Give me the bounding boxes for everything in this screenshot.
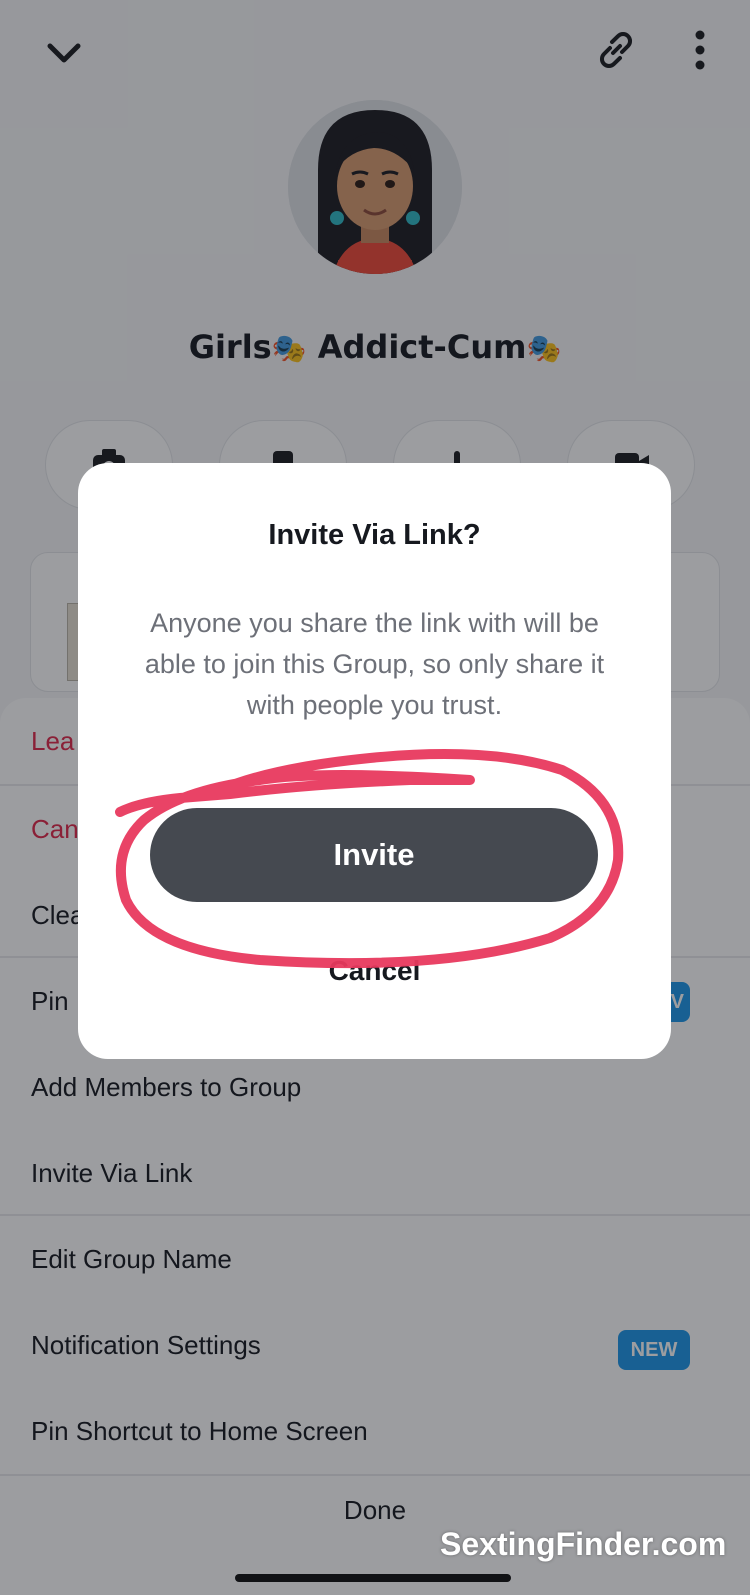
invite-button[interactable]: Invite bbox=[150, 808, 598, 902]
dialog-message: Anyone you share the link with will be a… bbox=[144, 608, 605, 720]
dialog-title: Invite Via Link? bbox=[268, 519, 481, 551]
cancel-button[interactable]: Cancel bbox=[78, 948, 671, 994]
group-profile-screen: Girls🎭 Addict-Cum🎭 Lea Can Clea Pin Add … bbox=[0, 0, 750, 1595]
watermark: SextingFinder.com bbox=[440, 1526, 727, 1562]
invite-via-link-dialog: Invite Via Link? Anyone you share the li… bbox=[78, 463, 671, 1059]
